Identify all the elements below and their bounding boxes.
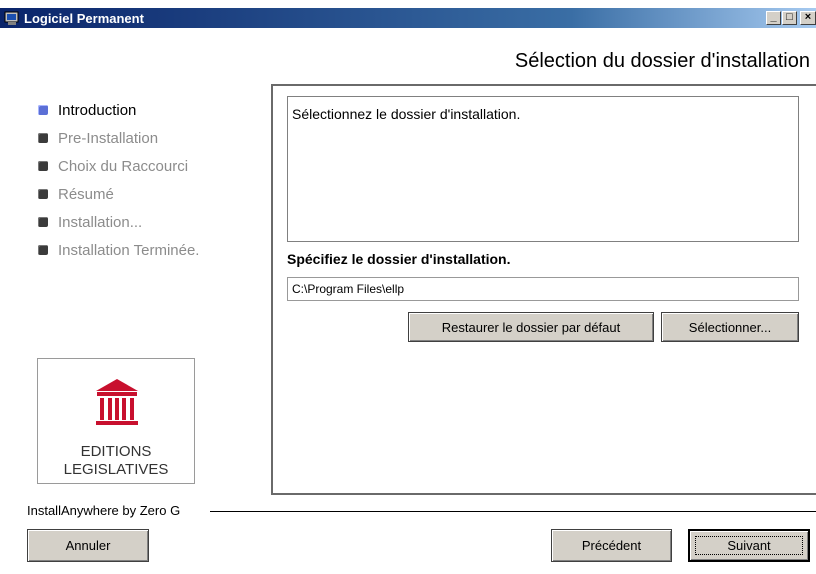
step-introduction: Introduction (38, 96, 199, 124)
minimize-icon: _ (770, 11, 777, 23)
close-icon: × (804, 11, 812, 23)
publisher-logo: EDITIONS LEGISLATIVES (37, 358, 195, 484)
previous-button[interactable]: Précédent (551, 529, 672, 562)
logo-line-2: LEGISLATIVES (63, 461, 169, 478)
active-step-bullet-icon (38, 105, 48, 115)
step-bullet-icon (38, 161, 48, 171)
installer-brand: InstallAnywhere by Zero G (27, 503, 185, 518)
installer-app-icon (4, 10, 20, 26)
step-label: Introduction (58, 101, 137, 119)
step-label: Installation Terminée. (58, 241, 200, 259)
message-area: Sélectionnez le dossier d'installation. (287, 96, 799, 242)
next-button[interactable]: Suivant (688, 529, 810, 562)
logo-wordmark: EDITIONS LEGISLATIVES (38, 443, 194, 479)
maximize-icon: □ (786, 11, 793, 23)
step-bullet-icon (38, 189, 48, 199)
step-list: Introduction Pre-Installation Choix du R… (38, 96, 199, 264)
footer-divider (210, 511, 816, 512)
page-title: Sélection du dossier d'installation (514, 50, 810, 72)
install-folder-input[interactable] (287, 277, 799, 301)
restore-default-folder-button[interactable]: Restaurer le dossier par défaut (408, 312, 654, 342)
logo-line-1: EDITIONS (80, 443, 152, 460)
step-bullet-icon (38, 133, 48, 143)
step-summary: Résumé (38, 180, 199, 208)
step-bullet-icon (38, 217, 48, 227)
step-bullet-icon (38, 245, 48, 255)
step-label: Installation... (58, 213, 143, 231)
folder-field-label: Spécifiez le dossier d'installation. (287, 251, 511, 267)
step-installation-done: Installation Terminée. (38, 236, 199, 264)
browse-folder-button[interactable]: Sélectionner... (661, 312, 799, 342)
title-bar[interactable]: Logiciel Permanent _ □ × (0, 8, 816, 28)
next-button-label: Suivant (695, 536, 803, 555)
step-label: Pre-Installation (58, 129, 159, 147)
step-label: Résumé (58, 185, 114, 203)
step-label: Choix du Raccourci (58, 157, 189, 175)
close-button[interactable]: × (800, 11, 816, 25)
content-panel: Sélectionnez le dossier d'installation. … (271, 84, 816, 495)
step-installation: Installation... (38, 208, 199, 236)
installer-window: Logiciel Permanent _ □ × Sélection du do… (0, 0, 816, 574)
building-logo-icon (96, 379, 138, 425)
instruction-text: Sélectionnez le dossier d'installation. (292, 106, 521, 122)
maximize-button[interactable]: □ (782, 11, 797, 25)
step-shortcut-choice: Choix du Raccourci (38, 152, 199, 180)
step-pre-installation: Pre-Installation (38, 124, 199, 152)
window-title: Logiciel Permanent (24, 11, 144, 26)
minimize-button[interactable]: _ (766, 11, 781, 25)
cancel-button[interactable]: Annuler (27, 529, 149, 562)
